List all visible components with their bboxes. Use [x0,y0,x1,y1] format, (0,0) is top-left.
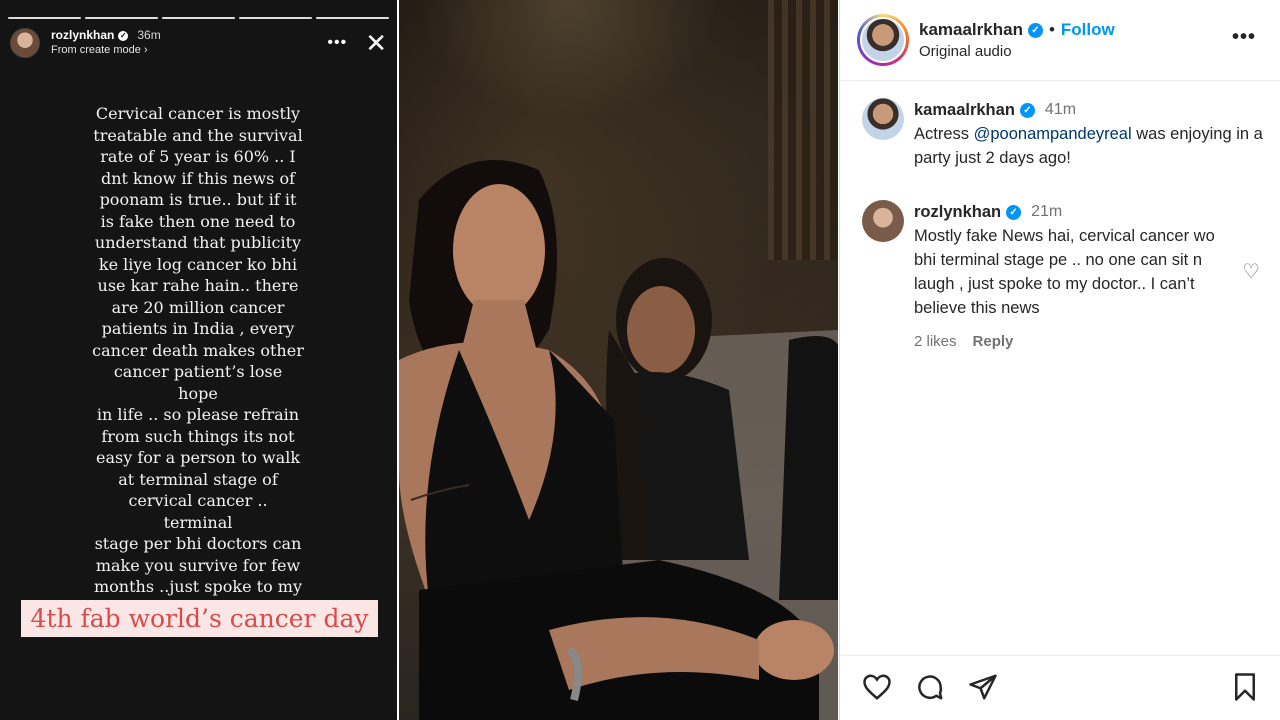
story-tag-label: 4th fab world’s cancer day [21,600,378,637]
story-subtitle-text: From create mode [51,44,141,56]
comment-username[interactable]: rozlynkhan [914,200,1001,224]
story-subtitle[interactable]: From create mode › [51,43,161,58]
verified-icon: ✓ [118,30,129,41]
comment-text-part: Actress [914,125,974,143]
post-photo [399,0,838,720]
comment-item: rozlynkhan ✓ 21m Mostly fake News hai, c… [862,200,1264,354]
story-viewer: rozlynkhan ✓ 36m From create mode › ••• … [0,0,397,720]
story-time: 36m [137,28,161,42]
comment-avatar[interactable] [862,200,904,242]
progress-segment [8,17,81,19]
verified-icon: ✓ [1027,22,1043,38]
post-avatar[interactable] [857,14,909,66]
progress-segment [316,17,389,19]
comment-text: Actress @poonampandeyreal was enjoying i… [914,122,1264,170]
story-username[interactable]: rozlynkhan [51,28,114,43]
more-icon[interactable]: ••• [1232,26,1256,49]
progress-segment [239,17,312,19]
dots-icon[interactable]: ••• [327,35,347,51]
mention-link[interactable]: @poonampandeyreal [974,125,1132,143]
progress-segment [162,17,235,19]
story-avatar[interactable] [10,28,40,58]
reply-button[interactable]: Reply [973,330,1014,354]
post-header: kamaalrkhan ✓ • Follow Original audio ••… [840,0,1280,81]
verified-icon: ✓ [1006,204,1022,220]
bookmark-icon[interactable] [1230,672,1262,704]
story-header: rozlynkhan ✓ 36m From create mode › ••• … [10,27,387,59]
story-progress-bar [8,17,389,19]
share-icon[interactable] [968,672,1000,704]
post-action-bar [840,655,1280,715]
post-username[interactable]: kamaalrkhan [919,20,1023,40]
story-text: Cervical cancer is mostly treatable and … [92,104,304,618]
close-icon[interactable]: ✕ [365,30,387,56]
original-audio-link[interactable]: Original audio [919,43,1115,60]
verified-icon: ✓ [1019,102,1035,118]
post-avatar-image [860,17,906,63]
comment-time: 41m [1044,101,1077,118]
comment-text: Mostly fake News hai, cervical cancer wo… [914,227,1215,317]
comment-icon[interactable] [915,672,947,704]
comment-avatar[interactable] [862,98,904,140]
photo-people-illustration [399,160,838,720]
progress-segment [85,17,158,19]
chevron-right-icon: › [143,44,148,56]
post-panel: kamaalrkhan ✓ • Follow Original audio ••… [839,0,1280,720]
caption-comment: kamaalrkhan ✓ 41m Actress @poonampandeyr… [862,98,1264,170]
heart-icon[interactable] [862,672,894,704]
heart-icon[interactable]: ♡ [1242,259,1260,284]
separator-dot: • [1048,20,1055,39]
comment-time: 21m [1031,203,1063,220]
follow-button[interactable]: Follow [1061,20,1115,40]
comment-username[interactable]: kamaalrkhan [914,98,1015,122]
story-meta: rozlynkhan ✓ 36m From create mode › [51,28,161,58]
comment-likes[interactable]: 2 likes [914,330,957,354]
